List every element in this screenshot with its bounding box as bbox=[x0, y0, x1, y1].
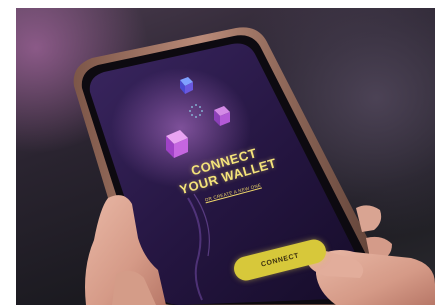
phone-photo: CONNECT YOUR WALLET OR CREATE A NEW ONE … bbox=[16, 8, 435, 305]
